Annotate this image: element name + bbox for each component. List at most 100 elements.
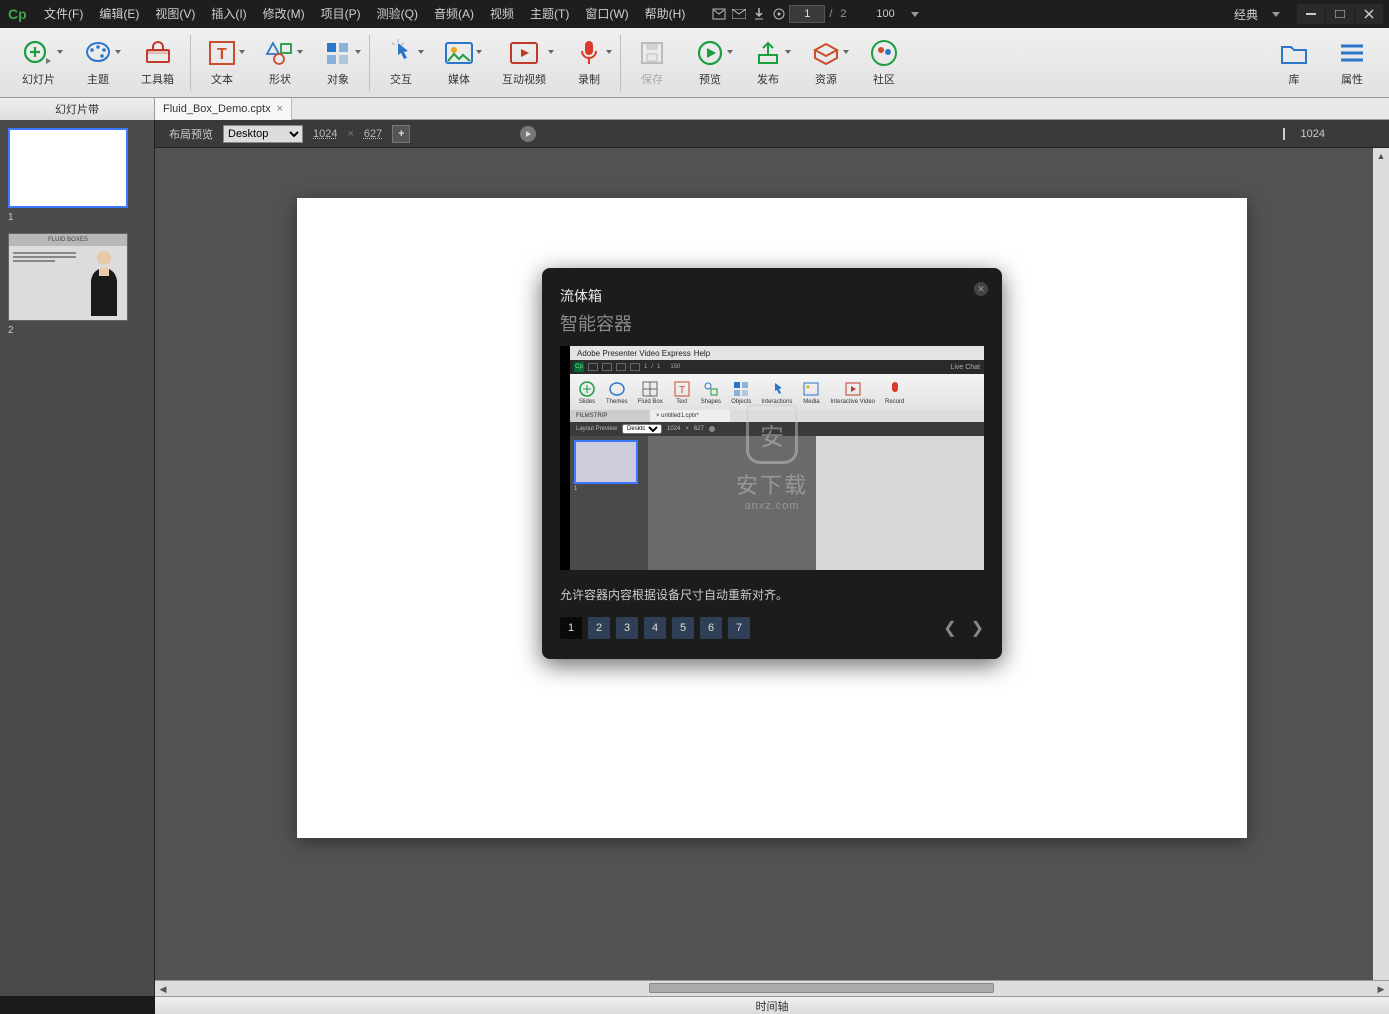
h-scrollbar[interactable]: ◀ ▶	[155, 980, 1389, 996]
page-total: 2	[836, 8, 850, 20]
window-min-button[interactable]	[1297, 4, 1325, 24]
svg-text:T: T	[217, 46, 227, 63]
svg-text:Cp: Cp	[8, 6, 27, 22]
menu-project[interactable]: 项目(P)	[313, 0, 369, 28]
page-current-input[interactable]	[789, 5, 825, 23]
preview-button[interactable]: 预览	[681, 30, 739, 96]
ribbon-toolbar: 幻灯片 主题 工具箱 T文本 形状 对象 交互 媒体 互动视频 录制 保存 预览…	[0, 28, 1389, 98]
filmstrip-panel: 1 FLUID BOXES 2	[0, 120, 155, 996]
pager-next-icon[interactable]: ❯	[971, 618, 984, 638]
shapes-button[interactable]: 形状	[251, 30, 309, 96]
text-button[interactable]: T文本	[193, 30, 251, 96]
hscroll-left-icon[interactable]: ◀	[155, 981, 171, 997]
close-tab-icon[interactable]: ×	[277, 103, 283, 115]
menu-video[interactable]: 视频	[482, 0, 522, 28]
menu-bar: Cp 文件(F) 编辑(E) 视图(V) 插入(I) 修改(M) 项目(P) 测…	[0, 0, 1389, 28]
tabs-row: 幻灯片带 Fluid_Box_Demo.cptx ×	[0, 98, 1389, 120]
properties-button[interactable]: 属性	[1323, 30, 1381, 96]
menu-file[interactable]: 文件(F)	[36, 0, 91, 28]
menu-edit[interactable]: 编辑(E)	[91, 0, 147, 28]
workspace-dropdown-icon[interactable]	[1272, 12, 1280, 17]
ivideo-button[interactable]: 互动视频	[488, 30, 560, 96]
menu-window[interactable]: 窗口(W)	[577, 0, 636, 28]
menu-themes[interactable]: 主题(T)	[522, 0, 577, 28]
menu-audio[interactable]: 音频(A)	[426, 0, 482, 28]
library-button[interactable]: 库	[1265, 30, 1323, 96]
slide-thumb-2[interactable]: FLUID BOXES	[8, 233, 128, 321]
pager-2[interactable]: 2	[588, 617, 610, 639]
mail-icon[interactable]	[729, 6, 749, 22]
workspace-label[interactable]: 经典	[1230, 6, 1262, 23]
slide-thumb-1-number: 1	[8, 212, 146, 223]
tooltip-pager: 1 2 3 4 5 6 7 ❮ ❯	[560, 617, 984, 639]
device-select[interactable]: Desktop	[223, 125, 303, 143]
pager-prev-icon[interactable]: ❮	[943, 618, 956, 638]
layout-preview-label: 布局预览	[169, 126, 213, 142]
tooltip-preview: Adobe Presenter Video Express Help Cp 1 …	[560, 346, 984, 570]
menu-insert[interactable]: 插入(I)	[203, 0, 254, 28]
v-scrollbar[interactable]: ▲	[1373, 148, 1389, 980]
stage[interactable]: ✕ 流体箱 智能容器 Adobe Presenter Video Express…	[155, 148, 1389, 980]
hscroll-thumb[interactable]	[649, 983, 995, 993]
pager-3[interactable]: 3	[616, 617, 638, 639]
canvas-area: 布局预览 Desktop 1024 × 627 + 1024 ✕ 流体箱 智能容…	[155, 120, 1389, 996]
pv-help: Help	[694, 349, 710, 358]
hscroll-right-icon[interactable]: ▶	[1373, 981, 1389, 997]
notification-icon[interactable]	[709, 6, 729, 22]
layout-x: ×	[347, 128, 353, 140]
pager-1[interactable]: 1	[560, 617, 582, 639]
layout-width[interactable]: 1024	[313, 128, 337, 140]
add-breakpoint-button[interactable]: +	[392, 125, 410, 143]
window-close-button[interactable]	[1355, 4, 1383, 24]
svg-text:T: T	[679, 385, 685, 396]
menu-quiz[interactable]: 测验(Q)	[369, 0, 426, 28]
layout-preview-bar: 布局预览 Desktop 1024 × 627 + 1024	[155, 120, 1389, 148]
tooltip-subtitle: 智能容器	[560, 310, 984, 336]
zoom-input[interactable]	[865, 8, 907, 20]
download-icon[interactable]	[749, 6, 769, 22]
tooltip-close-icon[interactable]: ✕	[974, 282, 988, 296]
slides-button[interactable]: 幻灯片	[8, 30, 69, 96]
slide-thumb-2-header: FLUID BOXES	[9, 234, 127, 246]
pv-logo-icon: Cp	[574, 362, 584, 372]
watermark-shield-icon: 安	[746, 404, 798, 464]
assets-button[interactable]: 资源	[797, 30, 855, 96]
toolbox-button[interactable]: 工具箱	[127, 30, 188, 96]
zoom-dropdown-icon[interactable]	[911, 12, 919, 17]
vscroll-up-icon[interactable]: ▲	[1373, 148, 1389, 164]
objects-button[interactable]: 对象	[309, 30, 367, 96]
tooltip-title: 流体箱	[560, 286, 984, 306]
document-tab-label: Fluid_Box_Demo.cptx	[163, 103, 271, 115]
fluidbox-tooltip: ✕ 流体箱 智能容器 Adobe Presenter Video Express…	[542, 268, 1002, 659]
community-button[interactable]: 社区	[855, 30, 913, 96]
page-separator: /	[825, 8, 836, 20]
save-button: 保存	[623, 30, 681, 96]
pager-7[interactable]: 7	[728, 617, 750, 639]
main-area: 1 FLUID BOXES 2 布局预览 Desktop 1024 × 627 …	[0, 120, 1389, 996]
ruler-marker-icon	[1283, 128, 1285, 140]
slide-thumb-1[interactable]	[8, 128, 128, 208]
layout-play-button[interactable]	[520, 126, 536, 142]
publish-button[interactable]: 发布	[739, 30, 797, 96]
themes-button[interactable]: 主题	[69, 30, 127, 96]
pager-5[interactable]: 5	[672, 617, 694, 639]
window-max-button[interactable]	[1326, 4, 1354, 24]
record-button[interactable]: 录制	[560, 30, 618, 96]
menu-view[interactable]: 视图(V)	[147, 0, 203, 28]
slide-canvas[interactable]: ✕ 流体箱 智能容器 Adobe Presenter Video Express…	[297, 198, 1247, 838]
menu-modify[interactable]: 修改(M)	[255, 0, 313, 28]
tooltip-description: 允许容器内容根据设备尺寸自动重新对齐。	[560, 586, 984, 603]
timeline-panel-title[interactable]: 时间轴	[155, 996, 1389, 1014]
document-tab[interactable]: Fluid_Box_Demo.cptx ×	[155, 98, 292, 120]
sync-icon[interactable]	[769, 6, 789, 22]
app-logo-icon: Cp	[6, 4, 28, 24]
pv-livechat: Live Chat	[950, 364, 980, 371]
watermark: 安 安下载 anxz.com	[736, 404, 808, 512]
media-button[interactable]: 媒体	[430, 30, 488, 96]
person-icon	[87, 248, 121, 316]
pager-6[interactable]: 6	[700, 617, 722, 639]
layout-height[interactable]: 627	[364, 128, 382, 140]
pager-4[interactable]: 4	[644, 617, 666, 639]
interaction-button[interactable]: 交互	[372, 30, 430, 96]
menu-help[interactable]: 帮助(H)	[637, 0, 694, 28]
